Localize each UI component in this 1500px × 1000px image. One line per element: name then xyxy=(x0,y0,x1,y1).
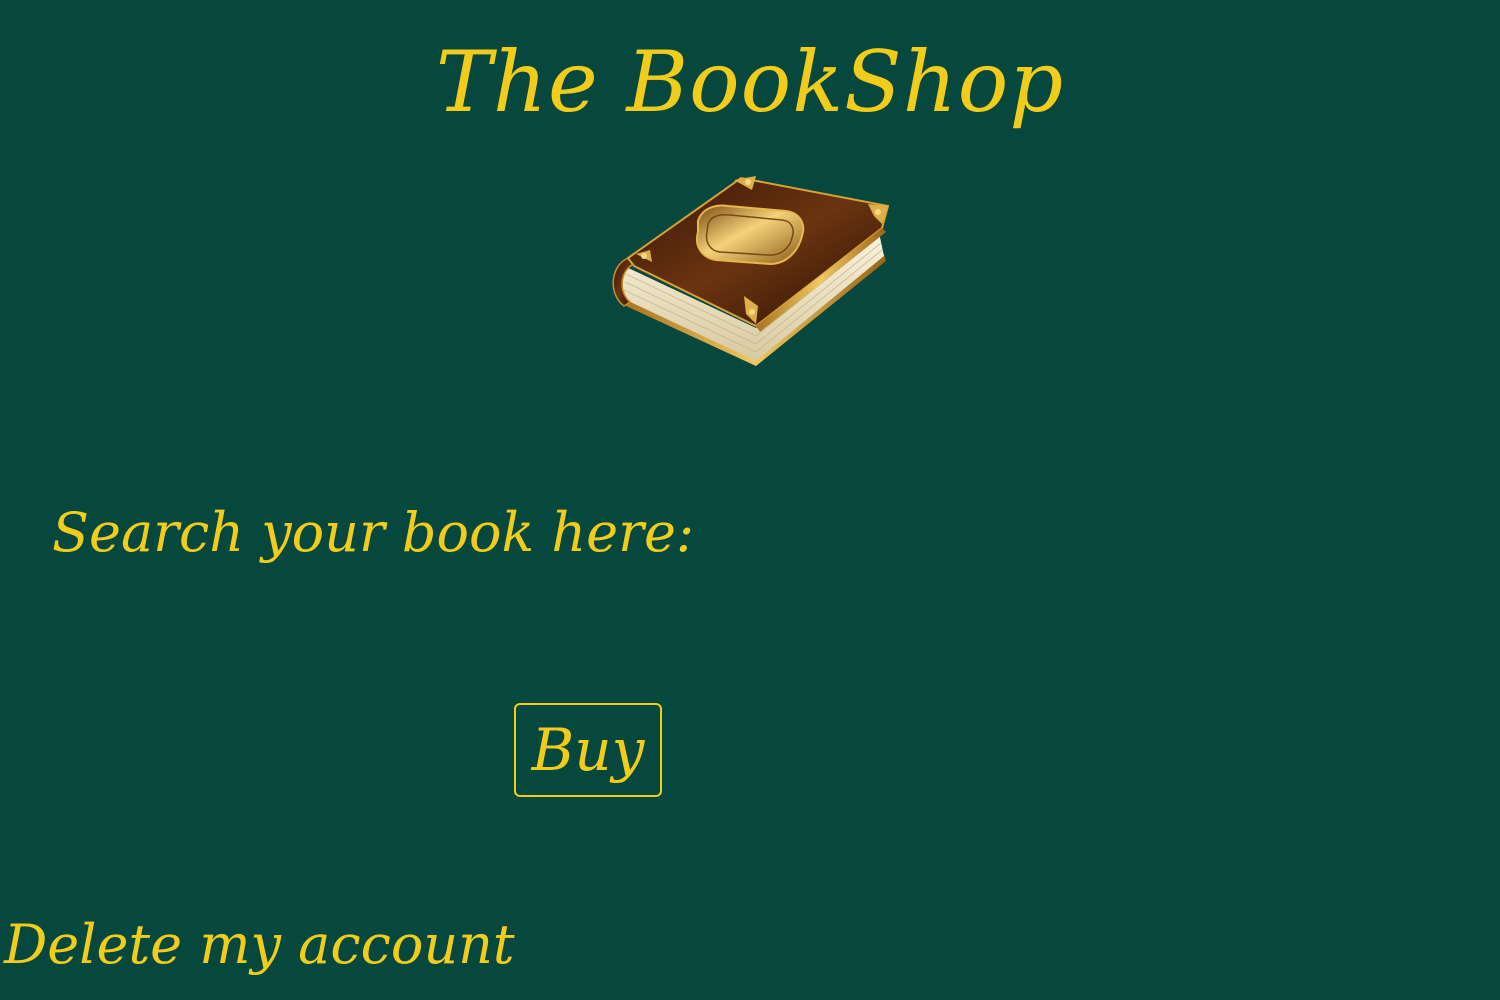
page-title: The BookShop xyxy=(435,33,1065,131)
book-icon xyxy=(606,166,896,376)
buy-button[interactable]: Buy xyxy=(514,703,662,797)
search-label: Search your book here: xyxy=(52,501,695,564)
delete-account-link[interactable]: Delete my account xyxy=(4,900,515,990)
